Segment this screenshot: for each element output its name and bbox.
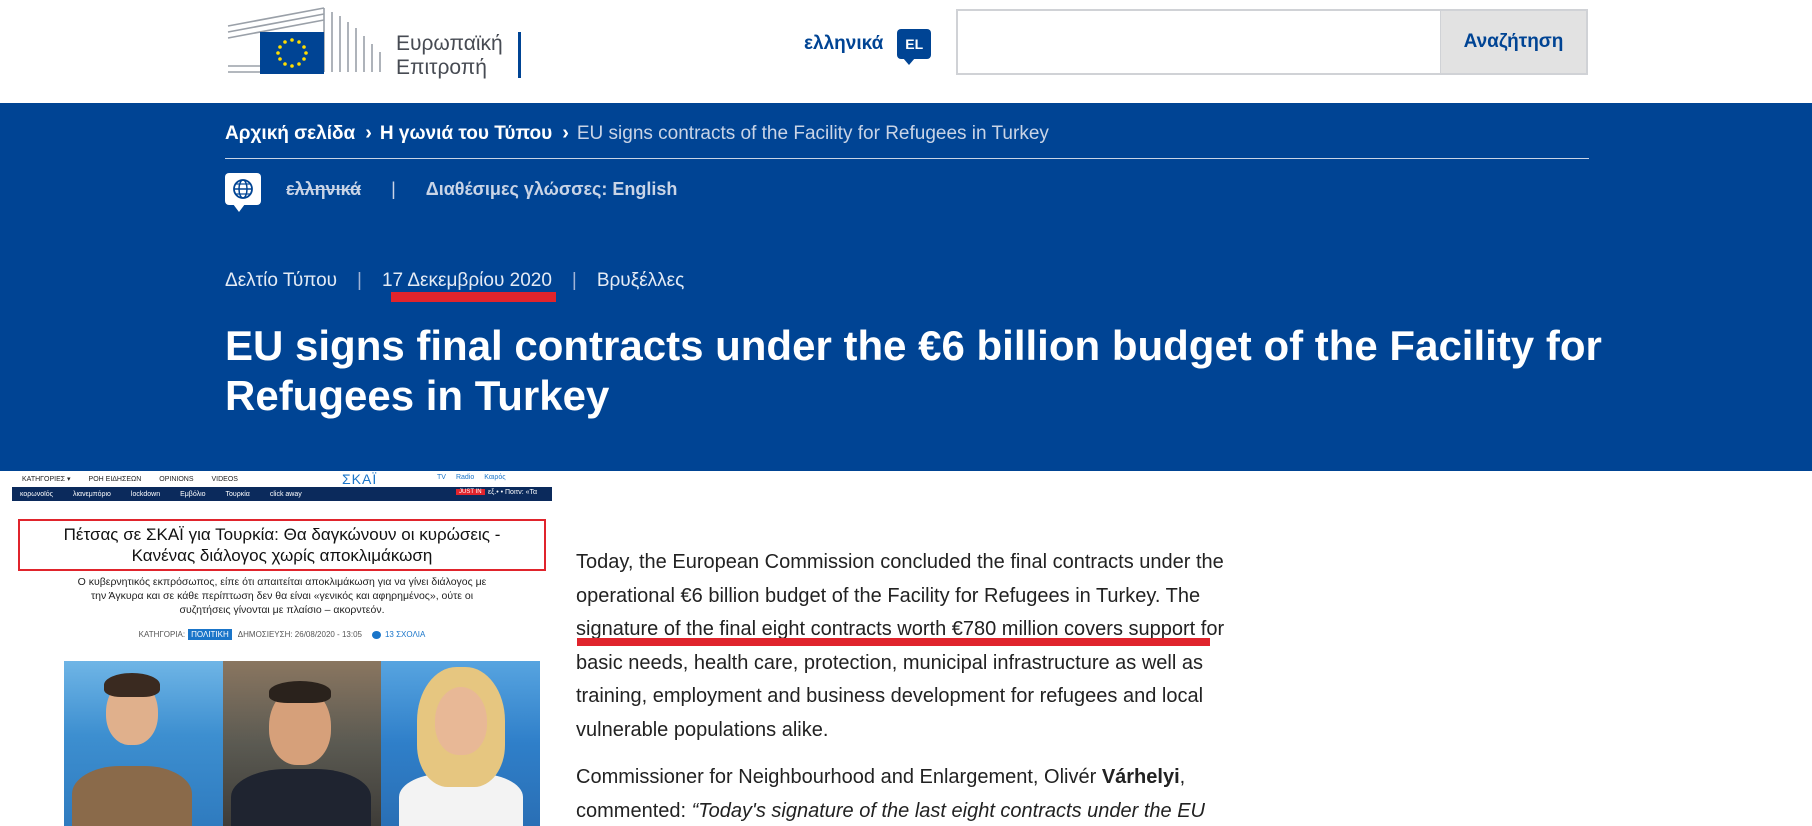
sentence-highlight-underline <box>577 638 1210 646</box>
published-date: ΔΗΜΟΣΙΕΥΣΗ: 26/08/2020 - 13:05 <box>237 630 362 639</box>
skai-article-title: Πέτσας σε ΣΚΑΪ για Τουρκία: Θα δαγκώνουν… <box>18 519 546 571</box>
breadcrumb-current: EU signs contracts of the Facility for R… <box>576 122 1049 144</box>
commissioner-quote: “Today's signature of the last eight con… <box>691 799 1205 822</box>
trending-tag[interactable]: Εμβόλιο <box>180 491 205 498</box>
skai-title-line-1: Πέτσας σε ΣΚΑΪ για Τουρκία: Θα δαγκώνουν… <box>63 525 501 544</box>
video-panel-center <box>222 661 382 826</box>
logo-line-1: Ευρωπαϊκή <box>396 32 503 55</box>
separator: | <box>391 178 396 199</box>
page-title: EU signs final contracts under the €6 bi… <box>225 322 1602 419</box>
separator: | <box>571 270 577 291</box>
skai-trending-bar: κορωνοϊός λιανεμπόριο lockdown Εμβόλιο Τ… <box>12 487 552 501</box>
just-in-badge: JUST IN <box>456 489 485 495</box>
skai-nav-item[interactable]: VIDEOS <box>212 476 238 483</box>
commissioner-name: Várhelyi <box>1101 766 1180 788</box>
news-ticker: εξ.• • Ποιτν: «Τα <box>488 489 538 496</box>
ec-building-icon <box>227 7 381 74</box>
available-language-english[interactable]: Διαθέσιμες γλώσσες: English <box>426 179 678 200</box>
comments-link[interactable]: 13 ΣΧΟΛΙΑ <box>371 630 426 639</box>
video-panel-left <box>64 661 223 826</box>
commissioner-intro: Commissioner for Neighbourhood and Enlar… <box>576 766 1102 788</box>
site-header: Ευρωπαϊκή Επιτροπή ελληνικά EL Αναζήτηση <box>0 0 1812 102</box>
separator: | <box>357 270 362 291</box>
chevron-right-icon: › <box>365 122 372 144</box>
document-type: Δελτίο Τύπου <box>225 270 338 291</box>
video-thumbnail[interactable] <box>64 661 541 826</box>
skai-nav-item[interactable]: OPINIONS <box>159 476 193 483</box>
globe-icon <box>225 173 261 212</box>
skai-article-lead: Ο κυβερνητικός εκπρόσωπος, είπε ότι απαι… <box>77 576 487 616</box>
search-input[interactable] <box>958 11 1440 73</box>
skai-article-screenshot: ΚΑΤΗΓΟΡΙΕΣ ▾ ΡΟΗ ΕΙΔΗΣΕΩΝ OPINIONS VIDEO… <box>12 471 552 826</box>
search-button[interactable]: Αναζήτηση <box>1440 11 1586 73</box>
publication-place: Βρυξέλλες <box>596 270 685 291</box>
person-hair <box>268 681 331 703</box>
publication-date: 17 Δεκεμβρίου 2020 <box>381 270 552 291</box>
skai-top-links: TV Radio Καιρός <box>427 474 506 481</box>
article-paragraph-2: Commissioner for Neighbourhood and Enlar… <box>576 761 1276 826</box>
breadcrumb-press-corner[interactable]: Η γωνιά του Τύπου <box>380 123 552 145</box>
chevron-right-icon: › <box>562 122 569 144</box>
search-form: Αναζήτηση <box>956 9 1588 75</box>
breadcrumb: Αρχική σελίδα › Η γωνιά του Τύπου › EU s… <box>225 122 1589 159</box>
comments-count: 13 ΣΧΟΛΙΑ <box>384 630 426 639</box>
article-paragraph-1: Today, the European Commission concluded… <box>576 551 1225 741</box>
available-languages: ελληνικά | Διαθέσιμες γλώσσες: English <box>225 171 678 212</box>
date-highlight-underline <box>391 292 556 302</box>
page-banner: Αρχική σελίδα › Η γωνιά του Τύπου › EU s… <box>0 103 1812 471</box>
breadcrumb-home[interactable]: Αρχική σελίδα <box>225 123 355 145</box>
video-panel-right <box>381 661 541 826</box>
language-label[interactable]: ελληνικά <box>804 33 883 55</box>
skai-article-meta: ΚΑΤΗΓΟΡΙΑ: ΠΟΛΙΤΙΚΗ ΔΗΜΟΣΙΕΥΣΗ: 26/08/20… <box>12 629 552 640</box>
person-hair <box>104 673 160 697</box>
comment-icon <box>371 630 381 639</box>
european-commission-logo[interactable]: Ευρωπαϊκή Επιτροπή <box>224 2 524 80</box>
person-body <box>72 766 192 826</box>
tv-link[interactable]: TV <box>437 474 446 481</box>
trending-tag[interactable]: lockdown <box>131 491 160 498</box>
weather-link[interactable]: Καιρός <box>484 474 505 481</box>
trending-tag[interactable]: click away <box>270 491 302 498</box>
language-selector[interactable]: ελληνικά EL <box>804 28 932 65</box>
current-language: ελληνικά <box>286 178 362 199</box>
logo-divider <box>518 32 521 78</box>
skai-logo[interactable]: ΣΚΑΪ <box>342 471 377 487</box>
skai-nav-item[interactable]: ΡΟΗ ΕΙΔΗΣΕΩΝ <box>89 476 142 483</box>
skai-title-line-2: Κανένας διάλογος χωρίς αποκλιμάκωση <box>131 546 433 565</box>
person-head <box>435 687 488 755</box>
language-code-badge[interactable]: EL <box>897 29 932 65</box>
trending-tag[interactable]: κορωνοϊός <box>20 491 53 498</box>
category-label: ΚΑΤΗΓΟΡΙΑ: <box>138 630 186 639</box>
person-body <box>230 769 371 826</box>
trending-tag[interactable]: λιανεμπόριο <box>73 491 111 498</box>
category-badge[interactable]: ΠΟΛΙΤΙΚΗ <box>188 629 232 640</box>
article-body: Today, the European Commission concluded… <box>576 546 1276 826</box>
radio-link[interactable]: Radio <box>456 474 474 481</box>
logo-text: Ευρωπαϊκή Επιτροπή <box>396 32 503 80</box>
logo-line-2: Επιτροπή <box>396 56 487 79</box>
trending-tag[interactable]: Τουρκία <box>226 491 250 498</box>
skai-nav-item[interactable]: ΚΑΤΗΓΟΡΙΕΣ ▾ <box>22 475 71 483</box>
